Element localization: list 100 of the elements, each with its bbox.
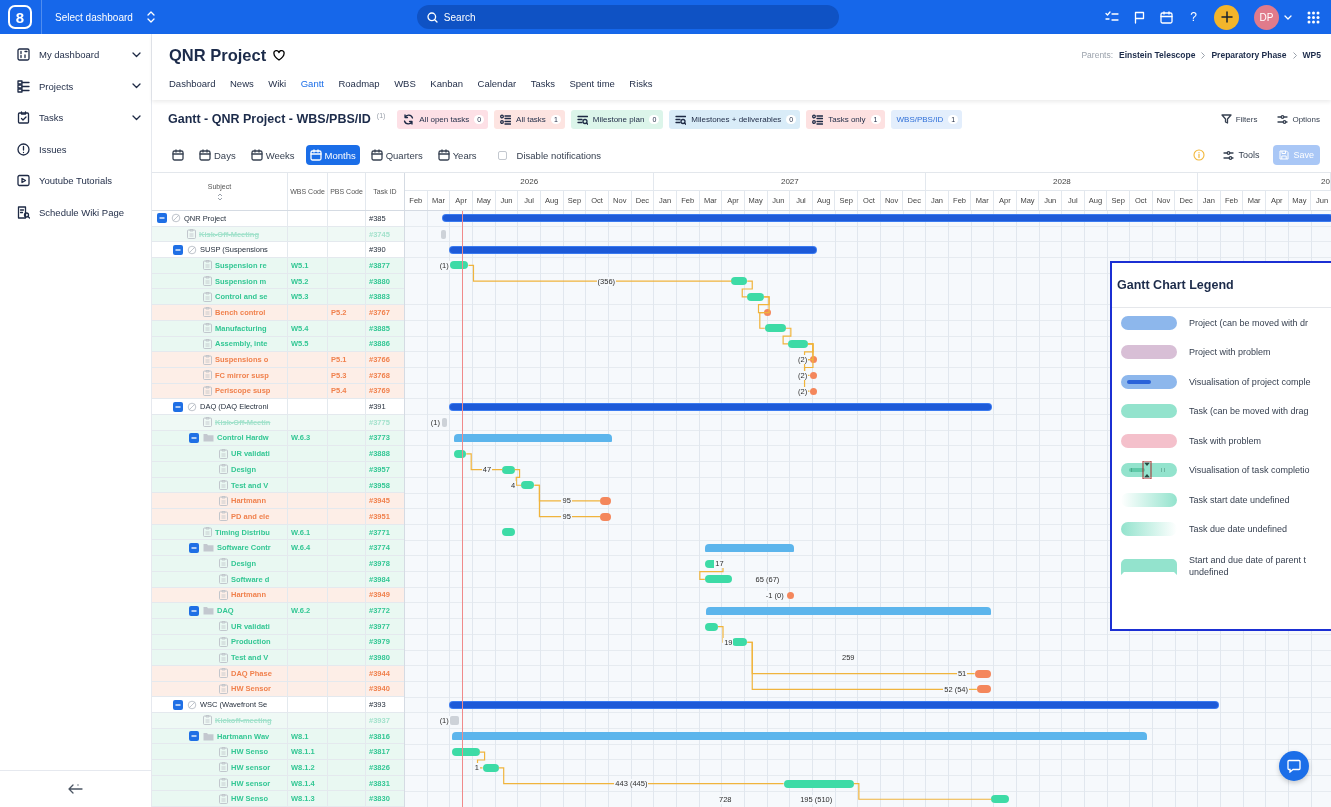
- parent-link[interactable]: Einstein Telescope: [1119, 50, 1196, 60]
- clipboard-icon: [203, 370, 212, 381]
- dashboard-selector[interactable]: Select dashboard: [55, 11, 155, 23]
- task-bar[interactable]: [451, 748, 480, 757]
- clipboard-icon: [219, 464, 228, 475]
- legend-label: Project (can be moved with dr: [1189, 316, 1309, 329]
- search-field[interactable]: Search: [416, 5, 839, 29]
- problem-task-dot[interactable]: [809, 371, 817, 379]
- closed-task-bar[interactable]: [440, 229, 446, 239]
- sidebar-item[interactable]: Tasks: [0, 102, 151, 134]
- sidebar-item[interactable]: Youtube Tutorials: [0, 165, 151, 197]
- problem-task-dot[interactable]: [809, 356, 817, 364]
- sidebar-item[interactable]: Schedule Wiki Page: [0, 196, 151, 228]
- help-button[interactable]: ?: [1188, 10, 1199, 24]
- collapse-toggle[interactable]: [189, 542, 199, 553]
- clipboard-icon: [203, 385, 212, 396]
- refresh-icon: [403, 113, 415, 125]
- sidebar-item[interactable]: Issues: [0, 133, 151, 165]
- problem-task-dot[interactable]: [763, 309, 771, 317]
- collapse-sidebar-button[interactable]: [68, 784, 83, 794]
- apps-menu-button[interactable]: [1307, 10, 1320, 24]
- minus-icon: [191, 733, 197, 740]
- milestone-list-icon: [576, 113, 588, 125]
- problem-task-bar[interactable]: [600, 512, 612, 521]
- sidebar-item[interactable]: Projects: [0, 70, 151, 102]
- add-button[interactable]: [1214, 4, 1239, 30]
- dashboard-icon: [17, 48, 30, 62]
- collapse-toggle[interactable]: [173, 244, 183, 255]
- project-bar[interactable]: [443, 215, 1331, 222]
- calendar-icon: [1160, 10, 1174, 24]
- sliders-icon: [1277, 113, 1289, 125]
- parent-task-bar[interactable]: [451, 732, 1147, 741]
- parent-task-bar[interactable]: [454, 434, 613, 443]
- project-bar[interactable]: [450, 246, 816, 253]
- legend-label: Visualisation of task completio: [1189, 464, 1310, 477]
- nav-tab[interactable]: Kanban: [430, 77, 464, 89]
- collapse-toggle[interactable]: [189, 605, 199, 616]
- collapse-toggle[interactable]: [189, 432, 199, 443]
- heart-icon: [273, 49, 286, 61]
- nav-tab[interactable]: WBS: [394, 77, 416, 89]
- parent-link[interactable]: WP5: [1302, 50, 1321, 60]
- zoom-button[interactable]: Years: [433, 145, 481, 165]
- zoom-button[interactable]: Months: [305, 145, 360, 165]
- clipboard-icon: [219, 448, 228, 459]
- parent-link[interactable]: Preparatory Phase: [1211, 50, 1287, 60]
- legend-label: Task with problem: [1189, 434, 1262, 447]
- parent-task-bar[interactable]: [704, 544, 795, 553]
- minus-icon: [175, 246, 181, 253]
- sidebar-item[interactable]: My dashboard: [0, 39, 151, 71]
- problem-task-dot[interactable]: [786, 591, 794, 599]
- nav-tab[interactable]: Calendar: [477, 77, 517, 89]
- checklist-button[interactable]: [1105, 11, 1120, 23]
- collapse-toggle[interactable]: [189, 731, 199, 742]
- checkbox-label: Disable notifications: [516, 149, 602, 161]
- filter-icon: [1220, 114, 1232, 124]
- legend-label: Task (can be moved with drag: [1189, 405, 1309, 418]
- clipboard-check-icon: [17, 111, 30, 125]
- flag-button[interactable]: [1134, 10, 1146, 24]
- project-bar[interactable]: [450, 403, 991, 410]
- floppy-disk-icon: [1279, 150, 1290, 160]
- flag-icon: [1134, 10, 1146, 24]
- tools-button[interactable]: Tools: [1209, 149, 1260, 161]
- caret-icon: [1284, 14, 1292, 20]
- grid-icon: [1307, 10, 1320, 24]
- zoom-button[interactable]: Quarters: [366, 145, 427, 165]
- nav-tab[interactable]: Dashboard: [169, 77, 216, 89]
- sort-icon: [216, 192, 223, 201]
- gantt-title: Gantt - QNR Project - WBS/PBS/ID: [168, 112, 371, 126]
- zoom-button[interactable]: Weeks: [246, 145, 299, 165]
- nav-tab[interactable]: Roadmap: [338, 77, 380, 89]
- legend-label: Task due date undefined: [1189, 523, 1288, 536]
- collapse-toggle[interactable]: [173, 401, 183, 412]
- chevron-right-icon: [1201, 51, 1206, 59]
- project-bar[interactable]: [450, 702, 1219, 709]
- clipboard-icon: [203, 260, 212, 271]
- task-bar[interactable]: [450, 261, 469, 270]
- nav-tab[interactable]: Spent time: [569, 77, 615, 89]
- nav-tab[interactable]: News: [230, 77, 254, 89]
- problem-task-bar[interactable]: [974, 669, 991, 678]
- nav-tab[interactable]: Tasks: [530, 77, 555, 89]
- collapse-toggle[interactable]: [173, 699, 183, 710]
- user-avatar[interactable]: DP: [1254, 4, 1279, 30]
- problem-task-bar[interactable]: [600, 496, 612, 505]
- nav-tab[interactable]: Gantt: [300, 77, 324, 89]
- nav-tab[interactable]: Risks: [629, 77, 653, 89]
- nav-tab[interactable]: Wiki: [268, 77, 287, 89]
- checkbox[interactable]: [497, 150, 507, 160]
- closed-task-bar[interactable]: [441, 417, 447, 427]
- calendar-icon: [370, 149, 383, 161]
- calendar-button[interactable]: [1160, 10, 1174, 24]
- zoom-button[interactable]: Days: [195, 145, 240, 165]
- filters-button[interactable]: Filters: [1206, 114, 1258, 124]
- folder-icon: [203, 731, 214, 741]
- options-button[interactable]: Options: [1263, 113, 1320, 125]
- problem-task-bar[interactable]: [976, 685, 991, 694]
- app-logo[interactable]: 8: [8, 5, 32, 29]
- collapse-toggle[interactable]: [157, 213, 167, 224]
- parent-task-bar[interactable]: [706, 606, 991, 615]
- problem-task-dot[interactable]: [809, 387, 817, 395]
- closed-task-bar[interactable]: [450, 716, 459, 726]
